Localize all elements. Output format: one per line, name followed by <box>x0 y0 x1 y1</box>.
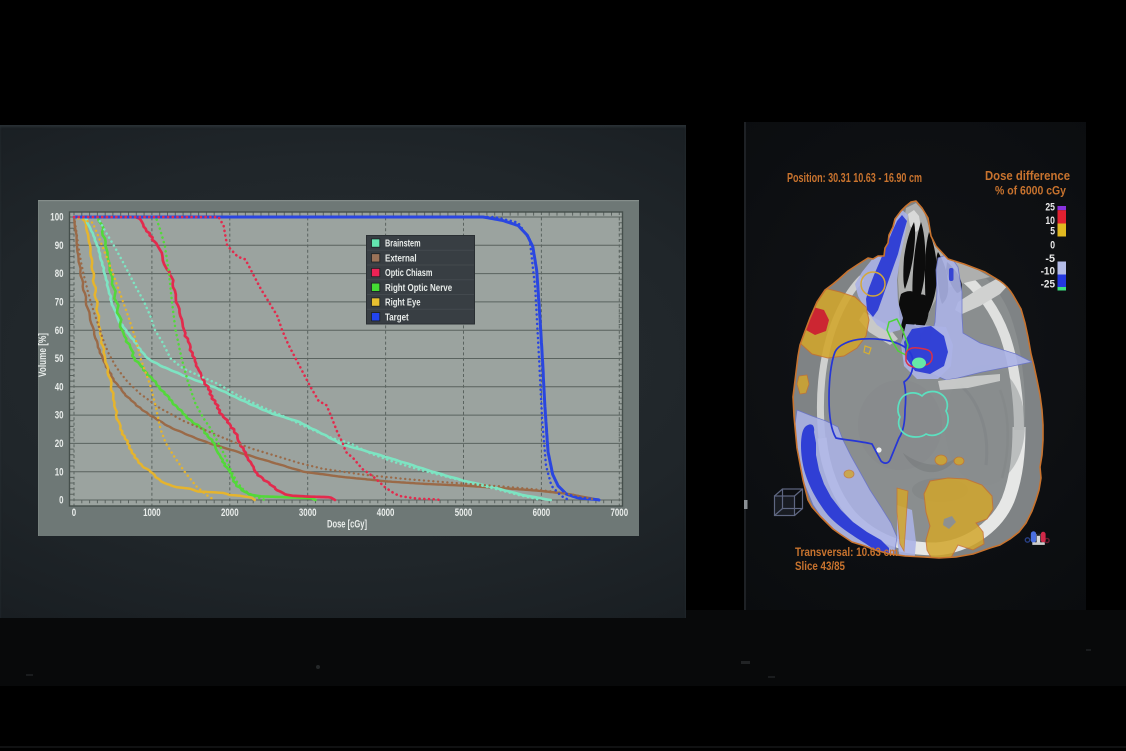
svg-text:Brainstem: Brainstem <box>385 238 421 250</box>
svg-text:4000: 4000 <box>377 507 395 519</box>
svg-text:7000: 7000 <box>611 507 629 519</box>
svg-text:-10: -10 <box>1041 265 1055 277</box>
svg-text:50: 50 <box>55 353 64 365</box>
svg-text:100: 100 <box>50 212 63 224</box>
svg-text:90: 90 <box>55 240 64 252</box>
svg-text:-5: -5 <box>1045 253 1055 265</box>
svg-text:6000: 6000 <box>533 507 551 519</box>
svg-text:-25: -25 <box>1041 278 1055 290</box>
svg-text:0: 0 <box>72 507 76 519</box>
svg-text:40: 40 <box>55 381 64 393</box>
svg-text:% of 6000 cGy: % of 6000 cGy <box>995 184 1066 198</box>
svg-text:Target: Target <box>385 311 409 323</box>
svg-text:Dose difference: Dose difference <box>985 169 1070 183</box>
svg-text:1000: 1000 <box>143 507 161 519</box>
svg-text:Right Eye: Right Eye <box>385 297 421 309</box>
svg-text:Right Optic Nerve: Right Optic Nerve <box>385 282 452 294</box>
svg-text:0: 0 <box>1050 239 1055 251</box>
svg-text:5000: 5000 <box>455 507 473 519</box>
svg-text:80: 80 <box>55 268 64 280</box>
svg-text:0: 0 <box>59 495 63 507</box>
svg-text:2000: 2000 <box>221 507 239 519</box>
svg-text:5: 5 <box>1050 225 1055 237</box>
svg-text:20: 20 <box>55 438 64 450</box>
svg-text:60: 60 <box>55 325 64 337</box>
svg-text:Dose [cGy]: Dose [cGy] <box>327 519 367 531</box>
svg-text:30: 30 <box>55 410 64 422</box>
svg-text:10: 10 <box>55 466 64 478</box>
svg-text:3000: 3000 <box>299 507 317 519</box>
svg-text:Position: 30.31 10.63 - 16.90: Position: 30.31 10.63 - 16.90 cm <box>787 171 922 185</box>
svg-text:Transversal: 10.63 cm: Transversal: 10.63 cm <box>795 545 898 559</box>
svg-text:Volume [%]: Volume [%] <box>37 333 49 377</box>
svg-text:70: 70 <box>55 297 64 309</box>
svg-text:Optic Chiasm: Optic Chiasm <box>385 267 432 279</box>
svg-text:25: 25 <box>1045 201 1055 213</box>
svg-text:External: External <box>385 252 417 264</box>
svg-text:Slice 43/85: Slice 43/85 <box>795 559 845 573</box>
